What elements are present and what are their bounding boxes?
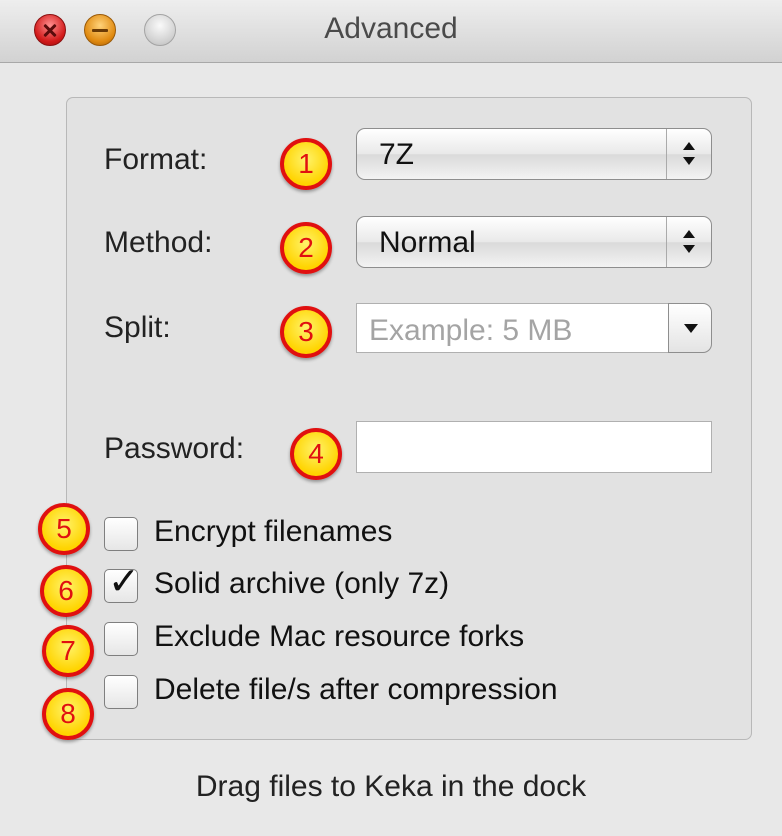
encrypt-filenames-label: Encrypt filenames	[154, 515, 393, 548]
solid-archive-label: Solid archive (only 7z)	[154, 567, 450, 600]
split-combobox[interactable]: Example: 5 MB	[356, 303, 712, 353]
window-title: Advanced	[324, 12, 458, 45]
title-bar[interactable]: Advanced	[0, 0, 782, 63]
callout-badge-8: 8	[42, 688, 94, 740]
updown-arrows-icon	[666, 217, 711, 267]
callout-badge-2: 2	[280, 222, 332, 274]
exclude-resource-forks-checkbox[interactable]	[104, 622, 138, 656]
encrypt-filenames-checkbox[interactable]	[104, 517, 138, 551]
password-label: Password:	[104, 432, 245, 465]
password-field[interactable]	[356, 421, 712, 473]
format-label: Format:	[104, 143, 208, 176]
callout-badge-4: 4	[290, 428, 342, 480]
advanced-window: Advanced Format: 1 7Z Method: 2 Normal S…	[0, 0, 782, 836]
callout-badge-7: 7	[42, 625, 94, 677]
solid-archive-checkbox[interactable]: ✓	[104, 561, 140, 603]
callout-badge-3: 3	[280, 306, 332, 358]
method-value: Normal	[379, 226, 476, 259]
delete-after-compression-checkbox[interactable]	[104, 675, 138, 709]
exclude-resource-forks-label: Exclude Mac resource forks	[154, 620, 525, 653]
callout-badge-1: 1	[280, 138, 332, 190]
method-popup[interactable]: Normal	[356, 216, 712, 268]
delete-after-compression-label: Delete file/s after compression	[154, 673, 558, 706]
split-label: Split:	[104, 311, 171, 344]
format-value: 7Z	[379, 138, 415, 171]
drag-hint: Drag files to Keka in the dock	[195, 770, 587, 803]
method-label: Method:	[104, 226, 213, 259]
split-input[interactable]: Example: 5 MB	[356, 303, 668, 353]
checkmark-icon: ✓	[108, 561, 140, 603]
callout-badge-6: 6	[40, 565, 92, 617]
callout-badge-5: 5	[38, 503, 90, 555]
split-dropdown-button[interactable]	[668, 303, 712, 353]
updown-arrows-icon	[666, 129, 711, 179]
format-popup[interactable]: 7Z	[356, 128, 712, 180]
chevron-down-icon	[684, 324, 698, 333]
